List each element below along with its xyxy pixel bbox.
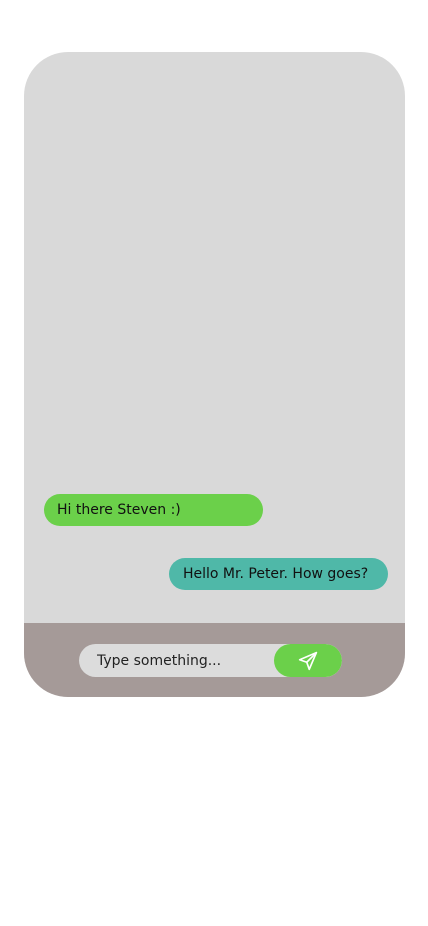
message-bubble-outgoing: Hello Mr. Peter. How goes?: [169, 558, 388, 590]
message-bubble-incoming: Hi there Steven :): [44, 494, 263, 526]
send-button[interactable]: [274, 644, 342, 677]
chat-screen: Hi there Steven :) Hello Mr. Peter. How …: [24, 52, 405, 697]
send-icon: [298, 651, 318, 671]
message-list: Hi there Steven :) Hello Mr. Peter. How …: [24, 52, 405, 623]
message-input[interactable]: [79, 644, 279, 677]
composer-field-container: [79, 644, 342, 677]
composer-bar: [24, 623, 405, 697]
